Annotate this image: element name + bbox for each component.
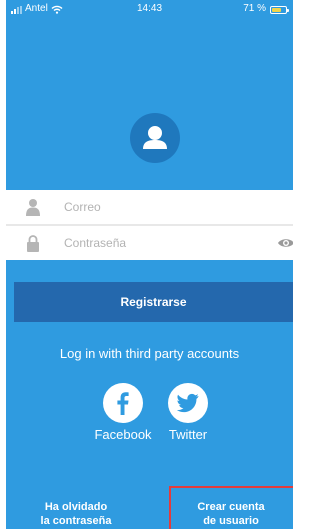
lock-icon	[27, 235, 39, 252]
forgot-line-2: la contraseña	[40, 515, 112, 527]
create-account-link[interactable]: Crear cuenta de usuario	[171, 500, 291, 528]
avatar-icon	[143, 126, 167, 149]
facebook-icon	[117, 392, 129, 415]
twitter-login[interactable]: Twitter	[156, 383, 220, 442]
twitter-label: Twitter	[168, 427, 208, 442]
email-field[interactable]	[6, 190, 293, 224]
create-line-1: Crear cuenta	[197, 501, 265, 513]
twitter-button[interactable]	[168, 383, 208, 423]
facebook-login[interactable]: Facebook	[91, 383, 155, 442]
password-field[interactable]	[6, 226, 293, 260]
register-button[interactable]: Registrarse	[14, 282, 293, 322]
password-input[interactable]	[64, 226, 264, 260]
battery-fill	[272, 7, 281, 12]
twitter-icon	[177, 393, 199, 413]
third-party-heading: Log in with third party accounts	[59, 346, 240, 361]
battery-percent: 71 %	[243, 3, 266, 14]
email-input[interactable]	[64, 190, 264, 224]
battery-icon	[270, 5, 289, 14]
status-right: 71 %	[243, 0, 289, 18]
app-frame: Antel 14:43 71 % Correo Registrarse Log …	[6, 0, 293, 529]
facebook-button[interactable]	[103, 383, 143, 423]
forgot-password-link[interactable]: Ha olvidado la contraseña	[26, 500, 126, 528]
user-icon	[26, 199, 40, 216]
status-bar: Antel 14:43 71 %	[6, 0, 293, 18]
create-line-2: de usuario	[203, 515, 259, 527]
forgot-line-1: Ha olvidado	[44, 501, 108, 513]
avatar	[130, 113, 180, 163]
facebook-label: Facebook	[94, 427, 152, 442]
eye-icon[interactable]	[277, 237, 293, 249]
